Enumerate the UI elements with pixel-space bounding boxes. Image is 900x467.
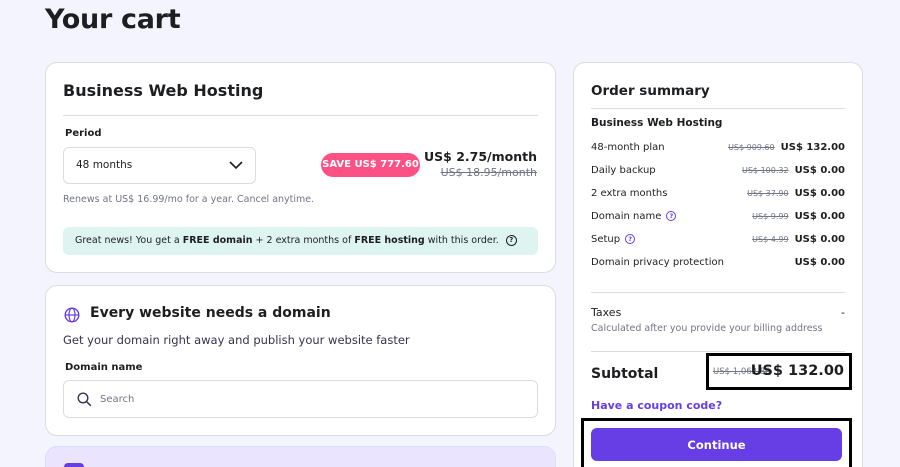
help-icon[interactable]: ? (505, 235, 517, 246)
period-select[interactable]: 48 months (63, 147, 256, 184)
summary-line-item: 2 extra months US$ 37.90 US$ 0.00 (591, 188, 845, 204)
page-title: Your cart (45, 4, 181, 35)
hosting-plan-title: Business Web Hosting (63, 81, 264, 100)
help-icon[interactable]: ? (666, 211, 677, 221)
section-icon (64, 463, 84, 467)
domain-card-title: Every website needs a domain (90, 305, 331, 321)
summary-line-item: Daily backup US$ 100.32 US$ 0.00 (591, 165, 845, 181)
summary-line-item: Setup? US$ 4.99 US$ 0.00 (591, 234, 845, 250)
search-icon (77, 392, 92, 407)
divider (591, 292, 845, 293)
line-item-label: Daily backup (591, 165, 656, 176)
line-item-label: Domain name (591, 211, 662, 222)
save-badge: SAVE US$ 777.60 (321, 153, 420, 177)
help-icon[interactable]: ? (625, 234, 636, 244)
subtotal-label: Subtotal (591, 366, 659, 382)
price-original: US$ 18.95/month (440, 166, 537, 179)
period-select-value: 48 months (76, 159, 133, 171)
price-per-month: US$ 2.75/month (424, 149, 537, 164)
summary-line-item: Domain name? US$ 9.99 US$ 0.00 (591, 211, 845, 227)
line-item-label: Domain privacy protection (591, 257, 724, 268)
promo-free-domain: FREE domain (182, 235, 253, 246)
line-item-price: US$ 0.00 (794, 211, 845, 222)
line-item-old-price: US$ 909.60 (728, 143, 775, 152)
subtotal-price: US$ 132.00 (750, 363, 844, 379)
taxes-label: Taxes (591, 306, 622, 319)
divider (591, 108, 845, 109)
promo-text: Great news! You get a (75, 235, 183, 246)
domain-search-box (63, 380, 538, 418)
summary-line-item: 48-month plan US$ 909.60 US$ 132.00 (591, 142, 845, 158)
globe-icon (64, 307, 80, 323)
line-item-price: US$ 132.00 (780, 142, 845, 153)
line-item-price: US$ 0.00 (794, 165, 845, 176)
line-item-label: Setup (591, 234, 621, 245)
chevron-down-icon (229, 161, 243, 170)
domain-search-input[interactable] (100, 390, 520, 408)
period-label: Period (65, 128, 102, 139)
subtotal-highlight: US$ 1,062.80 US$ 132.00 (706, 353, 852, 390)
line-item-price: US$ 0.00 (794, 257, 845, 268)
domain-card: Every website needs a domain Get your do… (45, 285, 556, 436)
line-item-old-price: US$ 100.32 (742, 166, 789, 175)
summary-product-name: Business Web Hosting (591, 117, 723, 129)
order-summary-card: Order summary Business Web Hosting 48-mo… (573, 62, 863, 467)
promo-text: + 2 extra months of (252, 235, 355, 246)
taxes-note: Calculated after you provide your billin… (591, 323, 823, 334)
line-item-price: US$ 0.00 (794, 188, 845, 199)
promo-free-hosting: FREE hosting (354, 235, 425, 246)
domain-card-subtitle: Get your domain right away and publish y… (63, 333, 410, 347)
renewal-note: Renews at US$ 16.99/mo for a year. Cance… (63, 194, 315, 205)
continue-button[interactable]: Continue (591, 428, 842, 461)
line-item-old-price: US$ 4.99 (752, 235, 789, 244)
next-section-card (45, 446, 556, 467)
promo-banner: Great news! You get a FREE domain + 2 ex… (63, 227, 538, 255)
continue-highlight: Continue (581, 418, 852, 467)
taxes-value: - (841, 306, 845, 319)
order-summary-title: Order summary (591, 83, 710, 99)
line-item-old-price: US$ 9.99 (752, 212, 789, 221)
summary-line-item: Domain privacy protection US$ 0.00 (591, 257, 845, 273)
divider (591, 351, 845, 352)
line-item-label: 2 extra months (591, 188, 668, 199)
line-item-label: 48-month plan (591, 142, 665, 153)
divider (63, 115, 538, 116)
promo-text: with this order. (424, 235, 499, 246)
line-item-price: US$ 0.00 (794, 234, 845, 245)
line-item-old-price: US$ 37.90 (747, 189, 789, 198)
hosting-plan-card: Business Web Hosting Period 48 months SA… (45, 62, 556, 273)
domain-name-label: Domain name (65, 362, 143, 373)
coupon-code-link[interactable]: Have a coupon code? (591, 399, 722, 412)
